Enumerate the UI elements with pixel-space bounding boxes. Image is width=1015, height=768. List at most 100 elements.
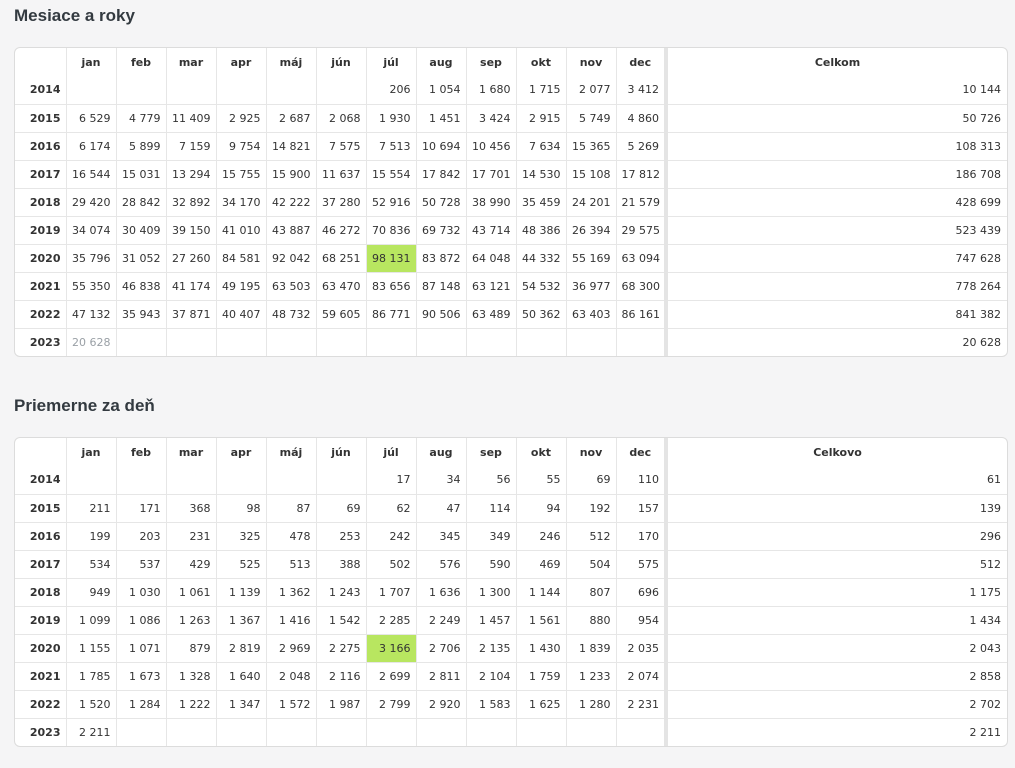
month-value-cell: 1 707: [366, 578, 417, 607]
month-value-cell: [416, 718, 467, 746]
month-value-cell: 15 554: [366, 160, 417, 189]
month-value-cell: 41 010: [216, 216, 267, 245]
month-value-cell: 1 243: [316, 578, 367, 607]
month-value-cell: 6 529: [66, 104, 117, 133]
header-month: júl: [366, 438, 417, 466]
month-value-cell: 92 042: [266, 244, 317, 273]
month-value-cell: 1 457: [466, 606, 517, 635]
month-value-cell-max: 3 166: [366, 634, 417, 663]
month-value-cell: 1 987: [316, 690, 367, 719]
month-value-cell: 56: [466, 466, 517, 495]
month-value-cell: 26 394: [566, 216, 617, 245]
row-year: 2014: [15, 466, 67, 495]
month-value-cell: 69: [316, 494, 367, 523]
month-value-cell: 2 249: [416, 606, 467, 635]
month-value-cell: 70 836: [366, 216, 417, 245]
month-value-cell: 90 506: [416, 300, 467, 329]
month-value-cell: 5 899: [116, 132, 167, 161]
month-value-cell: 48 386: [516, 216, 567, 245]
month-value-cell: 1 263: [166, 606, 217, 635]
year-total-cell: 61: [666, 466, 1007, 495]
row-year: 2017: [15, 550, 67, 579]
month-value-cell: 64 048: [466, 244, 517, 273]
month-value-cell: 10 456: [466, 132, 517, 161]
month-value-cell: [66, 466, 117, 495]
month-value-cell: 13 294: [166, 160, 217, 189]
month-value-cell: [366, 718, 417, 746]
month-value-cell: 3 424: [466, 104, 517, 133]
month-value-cell: [216, 718, 267, 746]
table-row: 2016 6 174 5 899 7 159 9 754 14 821 7 575 7 513…: [15, 132, 1007, 161]
month-value-cell: 7 575: [316, 132, 367, 161]
month-value-cell: 1 367: [216, 606, 267, 635]
header-month: sep: [466, 438, 517, 466]
month-value-cell: 325: [216, 522, 267, 551]
table-row: 2014 206 1 054 1 680 1 715 2 077 3 412 10 144: [15, 76, 1007, 105]
month-value-cell: [266, 466, 317, 495]
month-value-cell: 36 977: [566, 272, 617, 301]
month-value-cell: [316, 328, 367, 356]
month-value-cell: 34: [416, 466, 467, 495]
month-value-cell: 68 251: [316, 244, 367, 273]
month-value-cell: 43 714: [466, 216, 517, 245]
month-value-cell: 512: [566, 522, 617, 551]
month-value-cell: 17 812: [616, 160, 668, 189]
month-value-cell: 9 754: [216, 132, 267, 161]
month-value-cell: 525: [216, 550, 267, 579]
month-value-cell: 203: [116, 522, 167, 551]
month-value-cell: 50 362: [516, 300, 567, 329]
table-row: 2023 2 211 2 211: [15, 718, 1007, 746]
header-total: Celkovo: [813, 445, 862, 459]
table-row: 2018 949 1 030 1 061 1 139 1 362 1 243 1 707 1 6…: [15, 578, 1007, 607]
month-value-cell: 576: [416, 550, 467, 579]
month-value-cell: 2 077: [566, 76, 617, 105]
table-row: 2017 534 537 429 525 513 388 502 576 590 469 504 575…: [15, 550, 1007, 579]
month-value-cell: [166, 466, 217, 495]
month-value-cell: 14 821: [266, 132, 317, 161]
header-month: apr: [216, 48, 267, 76]
month-value-cell: 47 132: [66, 300, 117, 329]
month-value-cell: 87 148: [416, 272, 467, 301]
year-total-cell: 778 264: [666, 272, 1007, 301]
month-value-cell: [316, 466, 367, 495]
month-value-cell: 63 470: [316, 272, 367, 301]
month-value-cell: 429: [166, 550, 217, 579]
month-value-cell: 7 513: [366, 132, 417, 161]
month-value-cell: [216, 76, 267, 105]
month-value-cell: 24 201: [566, 188, 617, 217]
table-row: 2016 199 203 231 325 478 253 242 345 349 246 512 170…: [15, 522, 1007, 551]
month-value-cell: [516, 328, 567, 356]
month-value-cell: 231: [166, 522, 217, 551]
month-value-cell: 46 272: [316, 216, 367, 245]
month-value-cell: 1 680: [466, 76, 517, 105]
header-row: jan feb mar apr máj jún júl aug sep okt nov dec Celk…: [15, 48, 1007, 76]
month-value-cell: 1 572: [266, 690, 317, 719]
row-year: 2019: [15, 216, 67, 245]
month-value-cell: 32 892: [166, 188, 217, 217]
row-year: 2023: [15, 328, 67, 356]
table-row: 2021 1 785 1 673 1 328 1 640 2 048 2 116 2 699 2…: [15, 662, 1007, 691]
header-month: máj: [266, 48, 317, 76]
year-total-cell: 139: [666, 494, 1007, 523]
month-value-cell: 37 280: [316, 188, 367, 217]
month-value-cell: 114: [466, 494, 517, 523]
month-value-cell: [266, 328, 317, 356]
month-value-cell: 2 068: [316, 104, 367, 133]
month-value-cell: 199: [66, 522, 117, 551]
month-value-cell: 83 656: [366, 272, 417, 301]
header-month: júl: [366, 48, 417, 76]
header-corner: [15, 48, 67, 76]
month-value-cell: 2 799: [366, 690, 417, 719]
row-year: 2015: [15, 104, 67, 133]
year-total-cell: 1 434: [666, 606, 1007, 635]
year-total-cell: 10 144: [666, 76, 1007, 105]
month-value-cell: 3 412: [616, 76, 668, 105]
month-value-cell: 7 159: [166, 132, 217, 161]
month-value-cell: 1 030: [116, 578, 167, 607]
month-value-cell: 1 625: [516, 690, 567, 719]
month-value-cell: 1 222: [166, 690, 217, 719]
month-value-cell: 55 350: [66, 272, 117, 301]
month-value-cell: 1 636: [416, 578, 467, 607]
table-row: 2014 17 34 56 55 69 110 61: [15, 466, 1007, 495]
table-row: 2017 16 544 15 031 13 294 15 755 15 900 11 637…: [15, 160, 1007, 189]
